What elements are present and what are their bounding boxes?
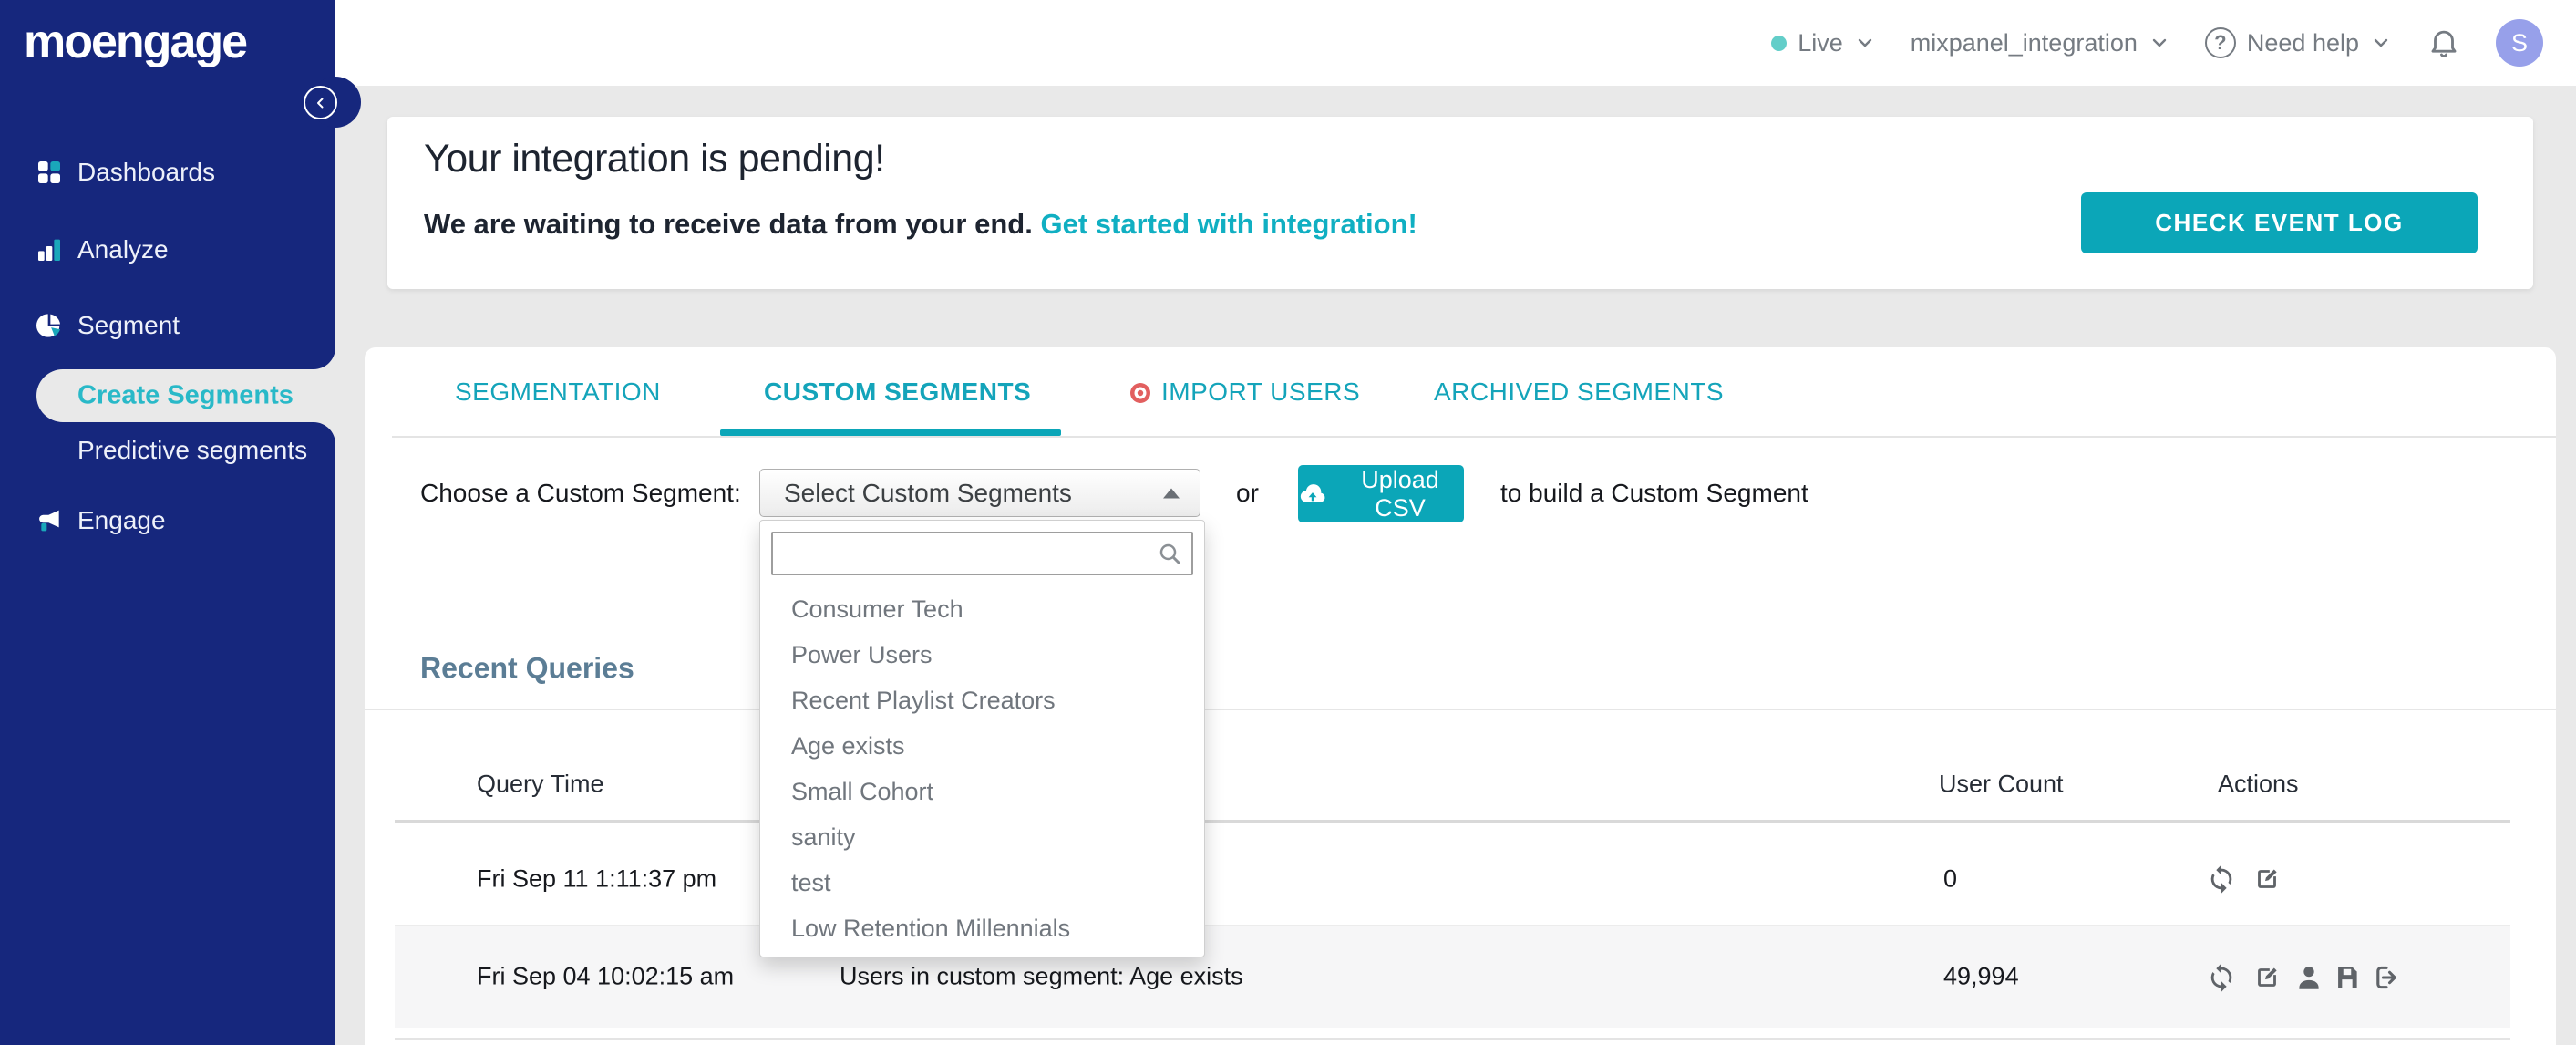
tab-segmentation[interactable]: SEGMENTATION	[455, 378, 661, 407]
sidebar: moengage Dashboards Analyze Segment Crea…	[0, 0, 361, 1045]
table-row-user-count: 49,994	[1943, 962, 2019, 990]
bell-icon[interactable]	[2427, 26, 2461, 60]
chevron-down-icon	[1858, 38, 1871, 47]
tab-archived-segments[interactable]: ARCHIVED SEGMENTS	[1434, 378, 1724, 407]
check-event-log-button[interactable]: CHECK EVENT LOG	[2081, 192, 2478, 253]
search-icon	[1159, 543, 1180, 564]
table-row-query: Users in custom segment: Age exists	[840, 962, 1243, 990]
table-row-divider	[395, 1038, 2510, 1040]
column-header-actions: Actions	[2218, 770, 2299, 798]
engage-icon	[39, 510, 59, 532]
active-tab-underline	[720, 429, 1061, 436]
select-value: Select Custom Segments	[784, 478, 1072, 507]
sidebar-item-label: Analyze	[77, 235, 169, 264]
table-row-query-time: Fri Sep 04 10:02:15 am	[477, 962, 735, 990]
sidebar-item-label: Predictive segments	[77, 436, 308, 464]
user-icon[interactable]	[2293, 962, 2324, 993]
dropdown-search-input[interactable]	[771, 532, 1193, 575]
dashboards-icon	[38, 161, 60, 183]
save-icon[interactable]	[2332, 962, 2363, 993]
dropdown-option[interactable]: Power Users	[760, 632, 1204, 678]
dropdown-option[interactable]: Low Retention Millennials	[760, 905, 1204, 951]
segment-icon	[36, 314, 60, 337]
sidebar-item-segment[interactable]: Segment	[0, 298, 335, 353]
moengage-logo: moengage	[24, 16, 248, 68]
banner-message: We are waiting to receive data from your…	[424, 208, 1417, 240]
refresh-icon[interactable]	[2206, 962, 2237, 993]
edit-icon[interactable]	[2251, 864, 2282, 895]
workspace-label: mixpanel_integration	[1910, 28, 2138, 57]
column-header-query-time: Query Time	[477, 770, 604, 798]
table-row-user-count: 0	[1943, 864, 1958, 893]
record-icon	[1130, 383, 1150, 403]
chooser-suffix: to build a Custom Segment	[1500, 479, 1808, 507]
sidebar-collapse-button[interactable]	[304, 86, 337, 119]
dropdown-option[interactable]: test	[760, 860, 1204, 905]
or-text: or	[1236, 479, 1259, 507]
custom-segment-select[interactable]: Select Custom Segments	[759, 469, 1200, 517]
live-status-dot	[1771, 35, 1788, 51]
select-arrow-up-icon	[1163, 488, 1180, 498]
help-menu[interactable]: ? Need help	[2204, 27, 2392, 58]
dropdown-option[interactable]: Consumer Tech	[760, 586, 1204, 632]
dropdown-option[interactable]: sanity	[760, 814, 1204, 860]
sidebar-item-create-segments[interactable]: Create Segments	[36, 369, 335, 422]
column-header-user-count: User Count	[1939, 770, 2064, 798]
recent-queries-heading: Recent Queries	[420, 651, 634, 685]
chooser-label: Choose a Custom Segment:	[420, 479, 741, 507]
integration-banner: Your integration is pending! We are wait…	[387, 117, 2533, 289]
environment-label: Live	[1798, 28, 1843, 57]
analyze-icon	[38, 239, 60, 261]
tab-custom-segments[interactable]: CUSTOM SEGMENTS	[764, 378, 1031, 407]
chevron-down-icon	[2152, 38, 2167, 47]
cloud-upload-icon	[1300, 483, 1325, 502]
topbar: Live mixpanel_integration ? Need help S	[335, 0, 2576, 86]
sidebar-item-label: Segment	[77, 311, 180, 339]
tab-import-users[interactable]: IMPORT USERS	[1161, 378, 1360, 407]
section-divider	[365, 709, 2556, 710]
chevron-down-icon	[2374, 38, 2388, 47]
sidebar-item-predictive-segments[interactable]: Predictive segments	[0, 423, 335, 478]
moengage-app: Live mixpanel_integration ? Need help S …	[0, 0, 2576, 1045]
custom-segments-dropdown: Consumer Tech Power Users Recent Playlis…	[759, 520, 1205, 957]
environment-switcher[interactable]: Live	[1771, 29, 1876, 57]
get-started-link[interactable]: Get started with integration!	[1040, 208, 1417, 240]
tab-bar-divider	[392, 436, 2556, 438]
sidebar-item-analyze[interactable]: Analyze	[0, 222, 335, 277]
workspace-switcher[interactable]: mixpanel_integration	[1911, 29, 2170, 57]
sidebar-item-label: Engage	[77, 506, 166, 534]
dropdown-option[interactable]: Small Cohort	[760, 769, 1204, 814]
sidebar-item-dashboards[interactable]: Dashboards	[0, 145, 335, 200]
banner-title: Your integration is pending!	[424, 137, 885, 181]
dropdown-option[interactable]: Age exists	[760, 723, 1204, 769]
upload-csv-button[interactable]: Upload CSV	[1298, 465, 1464, 522]
avatar[interactable]: S	[2496, 19, 2543, 67]
edit-icon[interactable]	[2251, 962, 2282, 993]
refresh-icon[interactable]	[2206, 864, 2237, 895]
table-header-divider	[395, 820, 2510, 823]
question-icon: ?	[2204, 27, 2236, 58]
chevron-left-icon	[316, 98, 323, 108]
sidebar-item-engage[interactable]: Engage	[0, 493, 335, 548]
dropdown-option[interactable]: Recent Playlist Creators	[760, 678, 1204, 723]
help-label: Need help	[2246, 28, 2359, 57]
table-row-query-time: Fri Sep 11 1:11:37 pm	[477, 864, 717, 893]
sidebar-item-label: Dashboards	[77, 158, 215, 186]
export-icon[interactable]	[2371, 962, 2402, 993]
sidebar-item-label: Create Segments	[77, 380, 294, 410]
dropdown-options-list: Consumer Tech Power Users Recent Playlis…	[760, 586, 1204, 951]
